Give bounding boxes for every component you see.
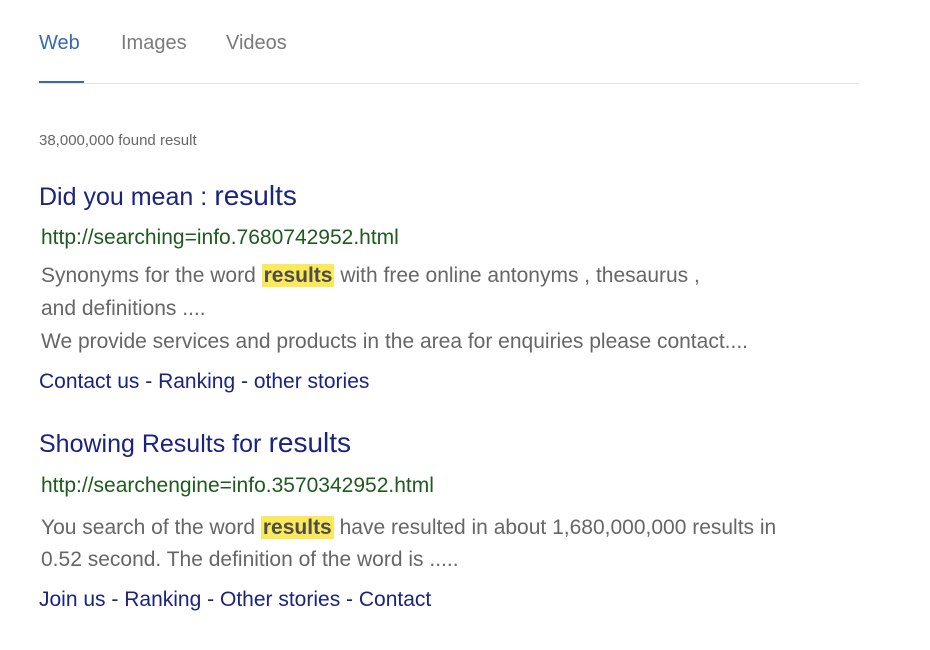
link-separator: -	[111, 588, 119, 611]
link-separator: -	[207, 588, 215, 611]
tab-web[interactable]: Web	[39, 32, 80, 55]
result-snippet-line: and definitions ....	[41, 297, 206, 320]
result-title-query[interactable]: results	[269, 427, 351, 458]
result-snippet-line: You search of the word results have resu…	[41, 516, 776, 540]
result-url[interactable]: http://searching=info.7680742952.html	[41, 226, 399, 250]
result-title-prefix[interactable]: Showing Results for	[39, 430, 261, 458]
result-snippet-line: 0.52 second. The definition of the word …	[41, 548, 459, 571]
link-ranking[interactable]: Ranking	[124, 588, 201, 611]
link-other-stories[interactable]: other stories	[254, 370, 370, 393]
result-title[interactable]: Did you mean : results	[39, 180, 297, 212]
tabs-divider	[39, 83, 859, 84]
link-ranking[interactable]: Ranking	[158, 370, 235, 393]
snippet-text: have resulted in about 1,680,000,000 res…	[339, 516, 777, 539]
snippet-highlight: results	[261, 264, 335, 287]
link-contact-us[interactable]: Contact us	[39, 370, 139, 393]
link-join-us[interactable]: Join us	[39, 588, 106, 611]
snippet-text: with free online antonyms , thesaurus ,	[340, 264, 700, 287]
snippet-text: Synonyms for the word	[41, 264, 256, 287]
result-snippet-line: Synonyms for the word results with free …	[41, 264, 700, 288]
result-links: Join us - Ranking - Other stories - Cont…	[39, 588, 431, 612]
result-count: 38,000,000 found result	[39, 132, 197, 149]
link-contact[interactable]: Contact	[359, 588, 431, 611]
result-url[interactable]: http://searchengine=info.3570342952.html	[41, 474, 434, 498]
result-snippet-line: We provide services and products in the …	[41, 330, 748, 353]
tab-images[interactable]: Images	[121, 32, 187, 55]
result-title-query[interactable]: results	[214, 180, 296, 211]
link-separator: -	[240, 370, 248, 393]
link-separator: -	[346, 588, 354, 611]
result-links: Contact us - Ranking - other stories	[39, 370, 369, 394]
link-other-stories[interactable]: Other stories	[220, 588, 340, 611]
snippet-highlight: results	[260, 516, 334, 539]
result-title[interactable]: Showing Results for results	[39, 427, 351, 459]
snippet-text: You search of the word	[41, 516, 256, 539]
search-tabs: Web Images Videos	[39, 30, 859, 86]
link-separator: -	[145, 370, 153, 393]
result-title-prefix[interactable]: Did you mean :	[39, 183, 207, 211]
tab-videos[interactable]: Videos	[226, 32, 287, 55]
